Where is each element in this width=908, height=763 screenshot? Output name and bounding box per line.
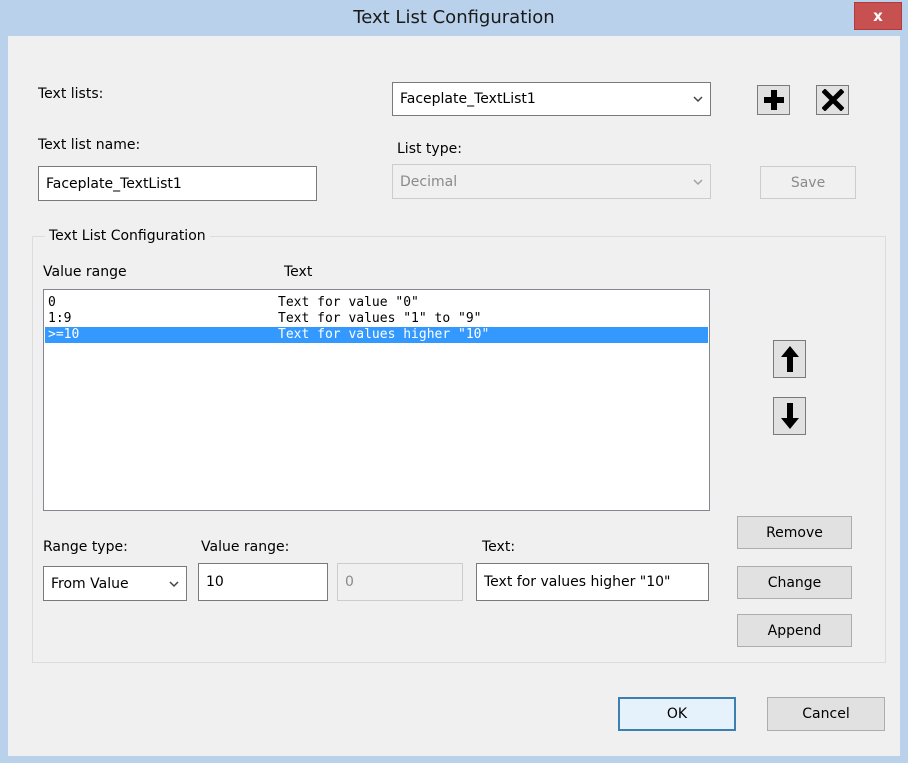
list-item-text: Text for values "1" to "9" [278, 311, 482, 326]
plus-icon [763, 90, 784, 110]
text-lists-value: Faceplate_TextList1 [400, 91, 536, 107]
range-type-label: Range type: [43, 539, 128, 555]
value-range-to-input[interactable]: 0 [337, 563, 463, 601]
group-title: Text List Configuration [45, 228, 210, 244]
x-icon [821, 89, 844, 111]
cancel-button[interactable]: Cancel [767, 697, 885, 731]
remove-button[interactable]: Remove [737, 516, 852, 549]
title-bar[interactable]: Text List Configuration x [0, 0, 908, 36]
column-header-value-range: Value range [43, 264, 127, 280]
list-item[interactable]: 0 Text for value "0" [45, 295, 708, 311]
column-header-text: Text [284, 264, 313, 280]
chevron-down-icon [169, 580, 179, 587]
text-input[interactable]: Text for values higher "10" [476, 563, 709, 601]
list-item-range: 0 [48, 295, 56, 310]
list-item-range: >=10 [48, 327, 80, 342]
list-item-range: 1:9 [48, 311, 72, 326]
move-up-button[interactable] [773, 340, 806, 378]
ok-button[interactable]: OK [618, 697, 736, 731]
list-type-label: List type: [397, 141, 462, 157]
append-button[interactable]: Append [737, 614, 852, 647]
arrow-down-icon [780, 403, 799, 429]
add-list-button[interactable] [757, 85, 790, 115]
text-list-name-input[interactable]: Faceplate_TextList1 [38, 166, 317, 201]
arrow-up-icon [780, 346, 799, 372]
text-lists-dropdown[interactable]: Faceplate_TextList1 [392, 82, 711, 116]
close-icon: x [873, 7, 883, 25]
range-type-dropdown[interactable]: From Value [43, 566, 187, 601]
list-item[interactable]: 1:9 Text for values "1" to "9" [45, 311, 708, 327]
delete-list-button[interactable] [816, 85, 849, 115]
chevron-down-icon [693, 178, 703, 185]
change-button[interactable]: Change [737, 566, 852, 599]
value-range-label: Value range: [201, 539, 290, 555]
list-item-selected[interactable]: >=10 Text for values higher "10" [45, 327, 708, 343]
chevron-down-icon [693, 96, 703, 103]
value-range-from-input[interactable]: 10 [198, 563, 328, 601]
text-label: Text: [482, 539, 516, 555]
close-button[interactable]: x [854, 2, 902, 30]
range-type-value: From Value [51, 575, 129, 592]
text-list-name-label: Text list name: [38, 137, 141, 153]
window-title: Text List Configuration [353, 7, 555, 28]
move-down-button[interactable] [773, 397, 806, 435]
save-button[interactable]: Save [760, 166, 856, 199]
list-item-text: Text for values higher "10" [278, 327, 490, 342]
value-range-list[interactable]: 0 Text for value "0" 1:9 Text for values… [43, 289, 710, 511]
text-lists-label: Text lists: [38, 86, 104, 102]
list-type-value: Decimal [400, 173, 458, 190]
list-type-dropdown[interactable]: Decimal [392, 164, 711, 199]
list-item-text: Text for value "0" [278, 295, 419, 310]
